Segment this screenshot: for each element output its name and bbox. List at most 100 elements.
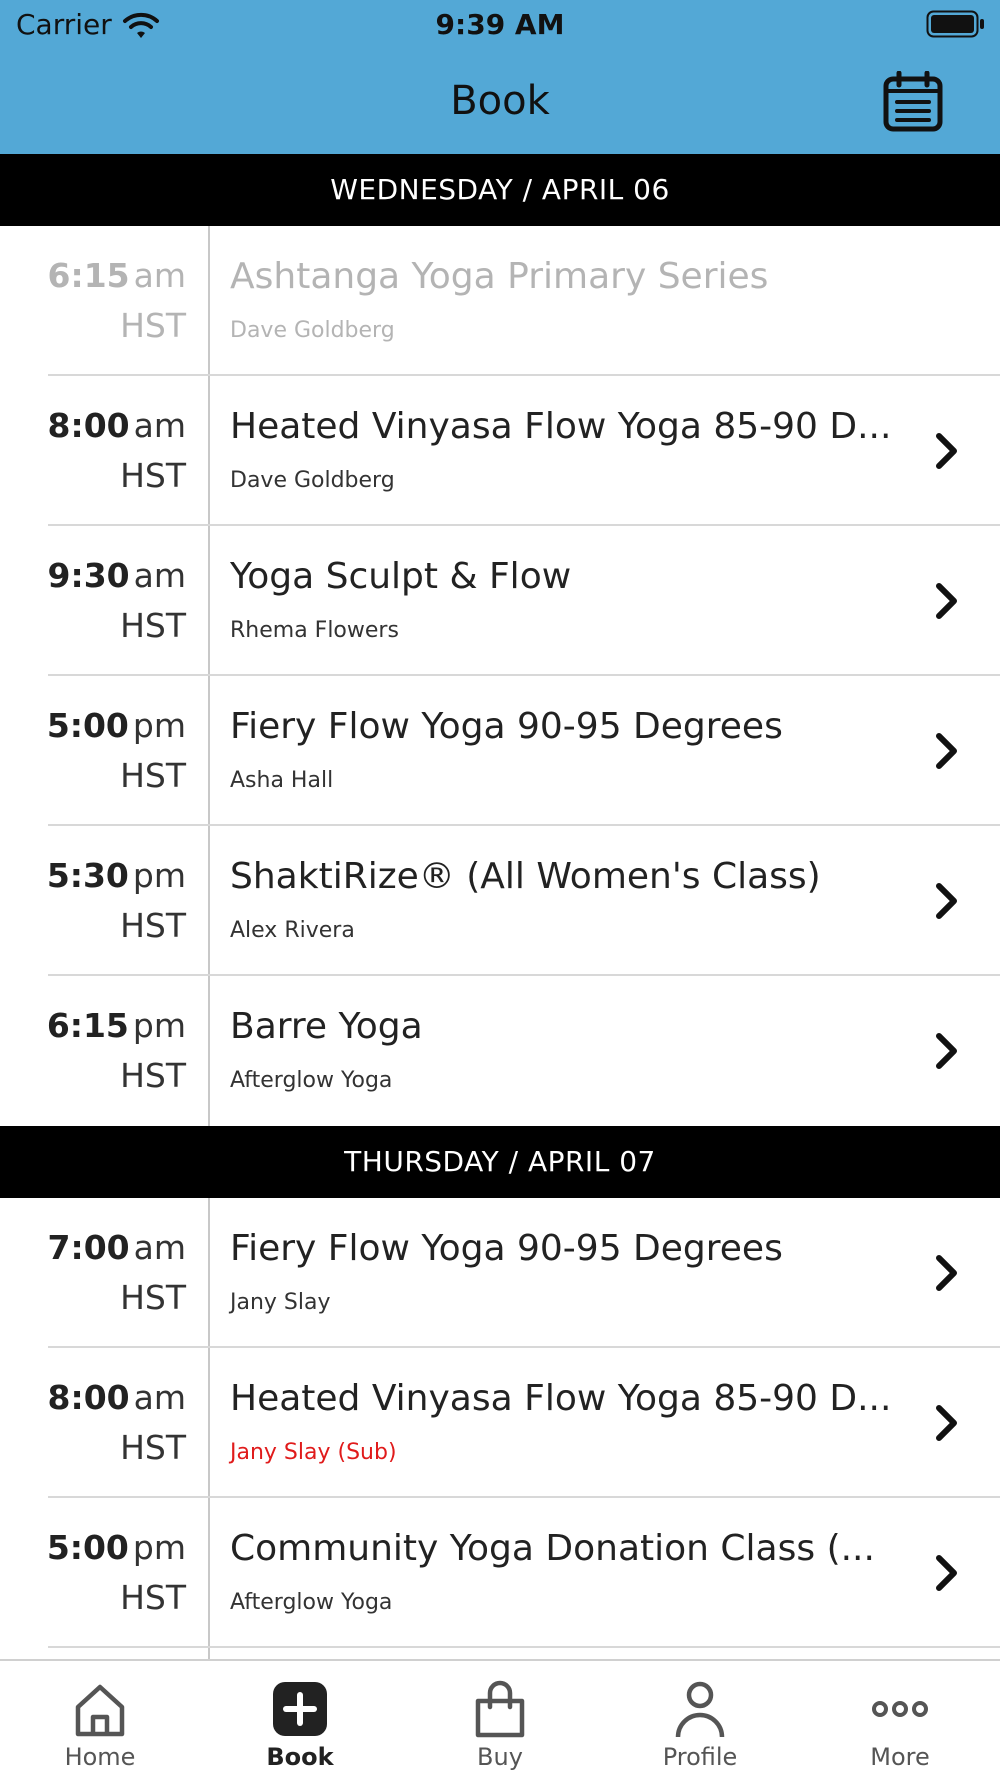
tab-profile[interactable]: Profile (600, 1661, 800, 1778)
class-timezone: HST (120, 906, 186, 945)
class-row[interactable]: 8:00 am HST Heated Vinyasa Flow Yoga 85-9… (0, 376, 1000, 526)
time-column: 8:00 am HST (0, 376, 210, 526)
tab-bar: Home Book Buy Profile More (0, 1659, 1000, 1778)
class-info: Community Yoga Donation Class (... After… (230, 1498, 875, 1648)
tab-home[interactable]: Home (0, 1661, 200, 1778)
class-row[interactable]: 6:15 am HST Ashtanga Yoga Primary Series … (0, 226, 1000, 376)
class-name: ShaktiRize® (All Women's Class) (230, 856, 821, 897)
class-ampm: pm (132, 856, 186, 895)
class-info: Yoga Sculpt & Flow Rhema Flowers (230, 526, 850, 676)
class-time: 8:00 (47, 1378, 130, 1417)
class-timezone: HST (120, 1278, 186, 1317)
time-column: 8:00 am HST (0, 1348, 210, 1498)
chevron-right-icon[interactable] (934, 1553, 960, 1593)
class-timezone: HST (120, 1428, 186, 1467)
day-header: THURSDAY / APRIL 07 (0, 1126, 1000, 1198)
class-row[interactable]: 8:00 am HST Heated Vinyasa Flow Yoga 85-9… (0, 1348, 1000, 1498)
battery-icon (926, 10, 984, 38)
class-ampm: am (133, 1228, 186, 1267)
class-timezone: HST (120, 456, 186, 495)
class-name: Heated Vinyasa Flow Yoga 85-90 D... (230, 406, 892, 447)
class-time: 8:00 (47, 406, 130, 445)
class-info: Barre Yoga Afterglow Yoga (230, 976, 850, 1126)
class-ampm: pm (132, 1006, 186, 1045)
class-name: Fiery Flow Yoga 90-95 Degrees (230, 1228, 783, 1269)
chevron-right-icon[interactable] (934, 1031, 960, 1071)
shopping-bag-icon (475, 1680, 525, 1738)
time-column: 5:00 pm HST (0, 1498, 210, 1648)
class-time: 9:30 (47, 556, 130, 595)
chevron-right-icon[interactable] (934, 1403, 960, 1443)
plus-square-icon (273, 1682, 327, 1736)
instructor-name: Afterglow Yoga (230, 1068, 393, 1093)
class-row[interactable]: 9:30 am HST Yoga Sculpt & Flow Rhema Flow… (0, 526, 1000, 676)
class-timezone: HST (120, 1056, 186, 1095)
class-row[interactable]: 7:00 am HST Fiery Flow Yoga 90-95 Degrees… (0, 1198, 1000, 1348)
class-schedule[interactable]: WEDNESDAY / APRIL 06 6:15 am HST Ashtanga… (0, 154, 1000, 1659)
class-row[interactable]: 6:15 pm HST Barre Yoga Afterglow Yoga (0, 976, 1000, 1126)
status-clock: 9:39 AM (435, 8, 565, 41)
class-name: Yoga Sculpt & Flow (230, 556, 572, 597)
class-row[interactable]: 5:00 pm HST Fiery Flow Yoga 90-95 Degrees… (0, 676, 1000, 826)
time-column: 6:15 am HST (0, 226, 210, 376)
instructor-name: Afterglow Yoga (230, 1590, 393, 1615)
class-time: 5:00 (46, 1528, 129, 1567)
class-timezone: HST (120, 756, 186, 795)
class-ampm: am (133, 1378, 186, 1417)
tab-label: Profile (662, 1743, 738, 1771)
time-column (0, 1648, 210, 1659)
chevron-right-icon[interactable] (934, 731, 960, 771)
class-ampm: am (133, 256, 186, 295)
class-info: Heated Vinyasa Flow Yoga 85-90 D... Jany… (230, 1348, 891, 1498)
class-ampm: am (133, 556, 186, 595)
person-icon (675, 1681, 725, 1738)
chevron-right-icon[interactable] (934, 881, 960, 921)
class-time: 6:15 (46, 1006, 129, 1045)
tab-label: Buy (477, 1743, 523, 1771)
class-name: Heated Vinyasa Flow Yoga 85-90 D... (230, 1378, 892, 1419)
tab-buy[interactable]: Buy (400, 1661, 600, 1778)
chevron-right-icon[interactable] (934, 1253, 960, 1293)
class-row[interactable]: 5:30 pm HST ShaktiRize® (All Women's Clas… (0, 826, 1000, 976)
instructor-name: Jany Slay (230, 1290, 331, 1315)
class-time: 5:30 (46, 856, 129, 895)
class-row-partial[interactable] (0, 1648, 1000, 1659)
class-time: 5:00 (46, 706, 129, 745)
class-name: Fiery Flow Yoga 90-95 Degrees (230, 706, 783, 747)
page-title: Book (450, 78, 550, 124)
tab-book[interactable]: Book (200, 1661, 400, 1778)
time-column: 5:00 pm HST (0, 676, 210, 826)
class-ampm: am (133, 406, 186, 445)
chevron-right-icon[interactable] (934, 581, 960, 621)
substitute-instructor-name: Jany Slay (Sub) (230, 1440, 397, 1465)
class-timezone: HST (120, 1578, 186, 1617)
class-row[interactable]: 5:00 pm HST Community Yoga Donation Class… (0, 1498, 1000, 1648)
time-column: 9:30 am HST (0, 526, 210, 676)
tab-label: Book (266, 1743, 334, 1771)
class-info: ShaktiRize® (All Women's Class) Alex Riv… (230, 826, 850, 976)
more-dots-icon (872, 1701, 928, 1717)
class-info: Ashtanga Yoga Primary Series Dave Goldbe… (230, 226, 850, 376)
class-info: Heated Vinyasa Flow Yoga 85-90 D... Dave… (230, 376, 891, 526)
time-column: 6:15 pm HST (0, 976, 210, 1126)
chevron-right-icon[interactable] (934, 431, 960, 471)
class-name: Community Yoga Donation Class (... (230, 1528, 875, 1569)
calendar-icon[interactable] (882, 71, 944, 133)
status-bar: Carrier 9:39 AM (0, 0, 1000, 50)
tab-label: Home (64, 1743, 136, 1771)
tab-more[interactable]: More (800, 1661, 1000, 1778)
instructor-name: Alex Rivera (230, 918, 355, 943)
class-info: Fiery Flow Yoga 90-95 Degrees Asha Hall (230, 676, 850, 826)
class-ampm: pm (132, 1528, 186, 1567)
home-icon (75, 1684, 125, 1737)
class-ampm: pm (132, 706, 186, 745)
instructor-name: Rhema Flowers (230, 618, 399, 643)
class-timezone: HST (120, 606, 186, 645)
class-name: Barre Yoga (230, 1006, 423, 1047)
instructor-name: Dave Goldberg (230, 318, 395, 343)
day-header: WEDNESDAY / APRIL 06 (0, 154, 1000, 226)
instructor-name: Asha Hall (230, 768, 334, 793)
class-timezone: HST (120, 306, 186, 345)
class-time: 6:15 (47, 256, 130, 295)
class-info: Fiery Flow Yoga 90-95 Degrees Jany Slay (230, 1198, 850, 1348)
